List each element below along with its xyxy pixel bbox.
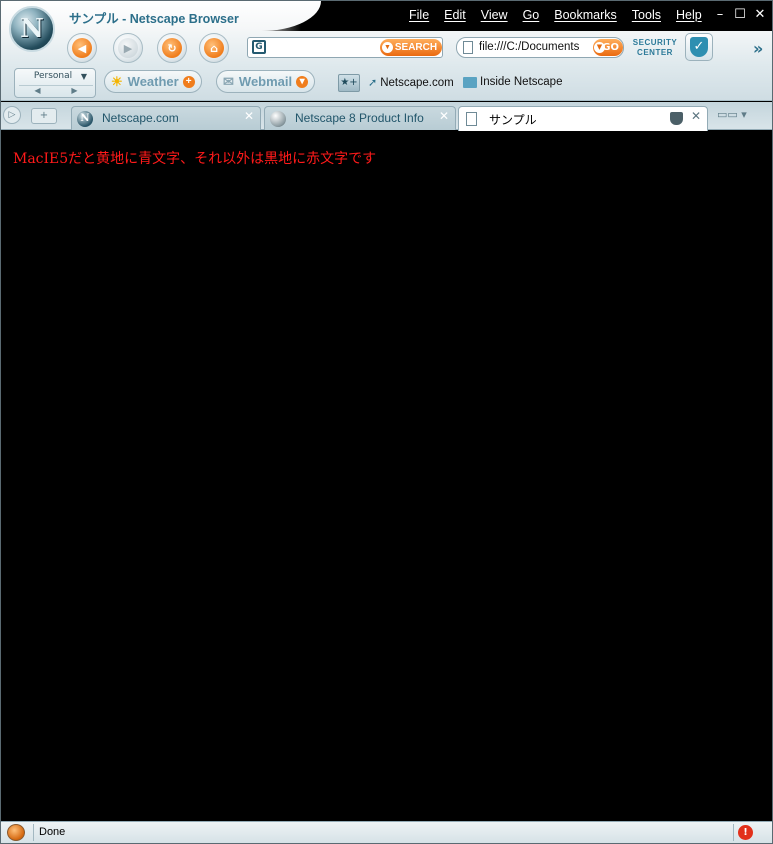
bookmark-label: Inside Netscape xyxy=(480,76,563,88)
status-bar: Done ! xyxy=(1,821,772,843)
browser-window: サンプル - Netscape Browser File Edit View G… xyxy=(0,0,773,844)
navigation-toolbar: ◀ ▶ ↻ ⌂ G ▼ SEARCH file:///C:/Documents … xyxy=(1,31,772,65)
reload-button[interactable]: ↻ xyxy=(157,33,187,63)
menu-view[interactable]: View xyxy=(481,8,508,22)
status-progress-icon[interactable] xyxy=(7,824,25,841)
weather-add-icon[interactable]: + xyxy=(182,75,195,88)
chevron-down-icon: ▼ xyxy=(80,72,87,81)
tab-netscape-com[interactable]: N Netscape.com ✕ xyxy=(71,106,261,130)
next-toolbar-arrow-icon[interactable]: ▶ xyxy=(71,86,77,96)
menu-file[interactable]: File xyxy=(409,8,429,22)
new-tab-button[interactable]: + xyxy=(31,108,57,124)
menu-tools[interactable]: Tools xyxy=(632,8,661,22)
url-bar[interactable]: file:///C:/Documents ▼ GO xyxy=(456,37,624,58)
search-input[interactable] xyxy=(270,40,380,55)
back-arrow-icon: ◀ xyxy=(72,38,92,58)
webmail-dropdown-icon[interactable]: ▾ xyxy=(296,75,309,88)
window-controls: – ☐ ✕ xyxy=(713,8,767,22)
tab-list-menu-icon[interactable]: ▭▭ ▾ xyxy=(717,108,757,124)
bookmark-link-icon: ➚ xyxy=(368,77,378,89)
logo-letter: N xyxy=(20,14,44,44)
search-engine-icon[interactable]: G xyxy=(252,40,266,54)
tab-close-icon[interactable]: ✕ xyxy=(244,109,254,123)
toolbar-overflow-chevron-icon[interactable]: » xyxy=(753,39,763,58)
url-dropdown-icon[interactable]: ▼ xyxy=(594,42,605,53)
forward-arrow-icon: ▶ xyxy=(118,38,138,58)
prev-toolbar-arrow-icon[interactable]: ◀ xyxy=(34,86,40,96)
personal-selector-label: Personal xyxy=(33,71,73,81)
status-text: Done xyxy=(39,826,66,838)
bookmark-netscape-com[interactable]: ➚ Netscape.com xyxy=(368,76,454,90)
page-content: MacIE5だと黄地に青文字、それ以外は黒地に赤文字です xyxy=(5,131,770,821)
menu-help[interactable]: Help xyxy=(676,8,702,22)
bookmark-label: Netscape.com xyxy=(380,76,454,89)
home-icon: ⌂ xyxy=(204,38,224,58)
netscape-icon: N xyxy=(77,111,93,127)
tab-sample[interactable]: サンプル ✕ xyxy=(458,106,708,131)
shield-check-icon: ✓ xyxy=(690,37,708,57)
security-center-button[interactable]: ✓ xyxy=(685,33,713,61)
envelope-icon: ✉ xyxy=(223,73,234,89)
alert-icon[interactable]: ! xyxy=(738,825,753,840)
tab-label: サンプル xyxy=(489,113,537,127)
menu-go[interactable]: Go xyxy=(523,8,540,22)
bookmark-inside-netscape[interactable]: Inside Netscape xyxy=(463,76,562,88)
reload-icon: ↻ xyxy=(162,38,182,58)
menu-bookmarks[interactable]: Bookmarks xyxy=(554,8,617,22)
webmail-button[interactable]: ✉ Webmail ▾ xyxy=(216,70,316,93)
tab-bar: ▷ + N Netscape.com ✕ Netscape 8 Product … xyxy=(1,102,772,131)
tab-label: Netscape 8 Product Info xyxy=(295,111,424,125)
page-icon xyxy=(466,112,477,126)
page-text: MacIE5だと黄地に青文字、それ以外は黒地に赤文字です xyxy=(13,151,377,167)
close-button[interactable]: ✕ xyxy=(753,8,767,22)
webmail-label: Webmail xyxy=(238,74,293,89)
menu-bar: File Edit View Go Bookmarks Tools Help xyxy=(409,8,717,22)
home-button[interactable]: ⌂ xyxy=(199,33,229,63)
url-input[interactable]: file:///C:/Documents xyxy=(479,41,594,53)
window-title: サンプル - Netscape Browser xyxy=(69,12,239,26)
tab-close-icon[interactable]: ✕ xyxy=(691,109,701,123)
weather-label: Weather xyxy=(127,74,179,89)
search-box: G ▼ SEARCH xyxy=(247,37,443,58)
globe-icon xyxy=(270,111,286,127)
add-bookmark-icon[interactable]: ★+ xyxy=(338,74,360,92)
sun-icon: ☀ xyxy=(111,73,123,89)
folder-icon xyxy=(463,76,477,88)
title-bar: サンプル - Netscape Browser File Edit View G… xyxy=(1,1,772,31)
page-icon xyxy=(463,41,473,54)
netscape-logo: N xyxy=(9,6,55,52)
minimize-button[interactable]: – xyxy=(713,8,727,22)
forward-button[interactable]: ▶ xyxy=(113,33,143,63)
security-center-label[interactable]: SECURITY CENTER xyxy=(631,38,679,58)
tab-netscape-8-product-info[interactable]: Netscape 8 Product Info ✕ xyxy=(264,106,456,130)
maximize-button[interactable]: ☐ xyxy=(733,8,747,22)
tab-label: Netscape.com xyxy=(102,111,179,125)
weather-button[interactable]: ☀ Weather + xyxy=(104,70,202,93)
back-button[interactable]: ◀ xyxy=(67,33,97,63)
security-shield-icon[interactable] xyxy=(670,112,683,125)
tab-close-icon[interactable]: ✕ xyxy=(439,109,449,123)
go-button[interactable]: ▼ GO xyxy=(593,39,623,56)
search-button[interactable]: ▼ SEARCH xyxy=(380,39,442,56)
search-dropdown-icon[interactable]: ▼ xyxy=(382,42,393,53)
personal-toolbar-selector[interactable]: Personal ▼ ◀ ▶ xyxy=(14,68,96,98)
tab-scroll-left-icon[interactable]: ▷ xyxy=(3,106,21,124)
personal-toolbar: Personal ▼ ◀ ▶ ☀ Weather + ✉ Webmail ▾ ★… xyxy=(1,65,772,101)
menu-edit[interactable]: Edit xyxy=(444,8,466,22)
